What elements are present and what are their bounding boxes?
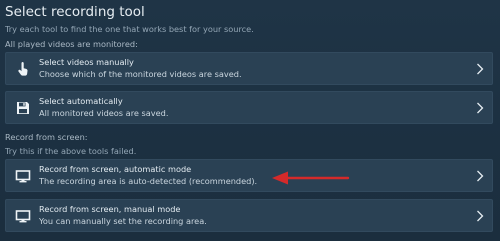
monitor-icon	[15, 210, 31, 223]
red-arrow-annotation	[272, 171, 350, 185]
floppy-disk-icon	[17, 102, 29, 114]
option-title: Select videos manually	[39, 57, 134, 67]
record-screen-automatic-button[interactable]: Record from screen, automatic mode The r…	[5, 159, 493, 192]
recording-tool-panel: Select recording tool Try each tool to f…	[0, 0, 500, 241]
option-description: All monitored videos are saved.	[39, 108, 169, 118]
option-description: You can manually set the recording area.	[39, 216, 207, 226]
monitored-section-label: All played videos are monitored:	[5, 39, 138, 49]
page-subtitle: Try each tool to find the one that works…	[5, 24, 254, 34]
page-title: Select recording tool	[5, 4, 145, 20]
option-description: The recording area is auto-detected (rec…	[39, 176, 258, 186]
record-screen-manual-button[interactable]: Record from screen, manual mode You can …	[5, 199, 493, 232]
screen-section-hint: Try this if the above tools failed.	[5, 146, 137, 156]
option-title: Select automatically	[39, 96, 123, 106]
select-automatically-button[interactable]: Select automatically All monitored video…	[5, 91, 493, 124]
chevron-right-icon	[477, 210, 484, 222]
screen-section-label: Record from screen:	[5, 132, 88, 142]
monitor-icon	[15, 170, 31, 183]
option-description: Choose which of the monitored videos are…	[39, 69, 242, 79]
chevron-right-icon	[477, 170, 484, 182]
select-videos-manually-button[interactable]: Select videos manually Choose which of t…	[5, 52, 493, 85]
chevron-right-icon	[477, 102, 484, 114]
hand-pointer-icon	[18, 62, 28, 76]
option-title: Record from screen, manual mode	[39, 204, 181, 214]
chevron-right-icon	[477, 63, 484, 75]
option-title: Record from screen, automatic mode	[39, 164, 192, 174]
